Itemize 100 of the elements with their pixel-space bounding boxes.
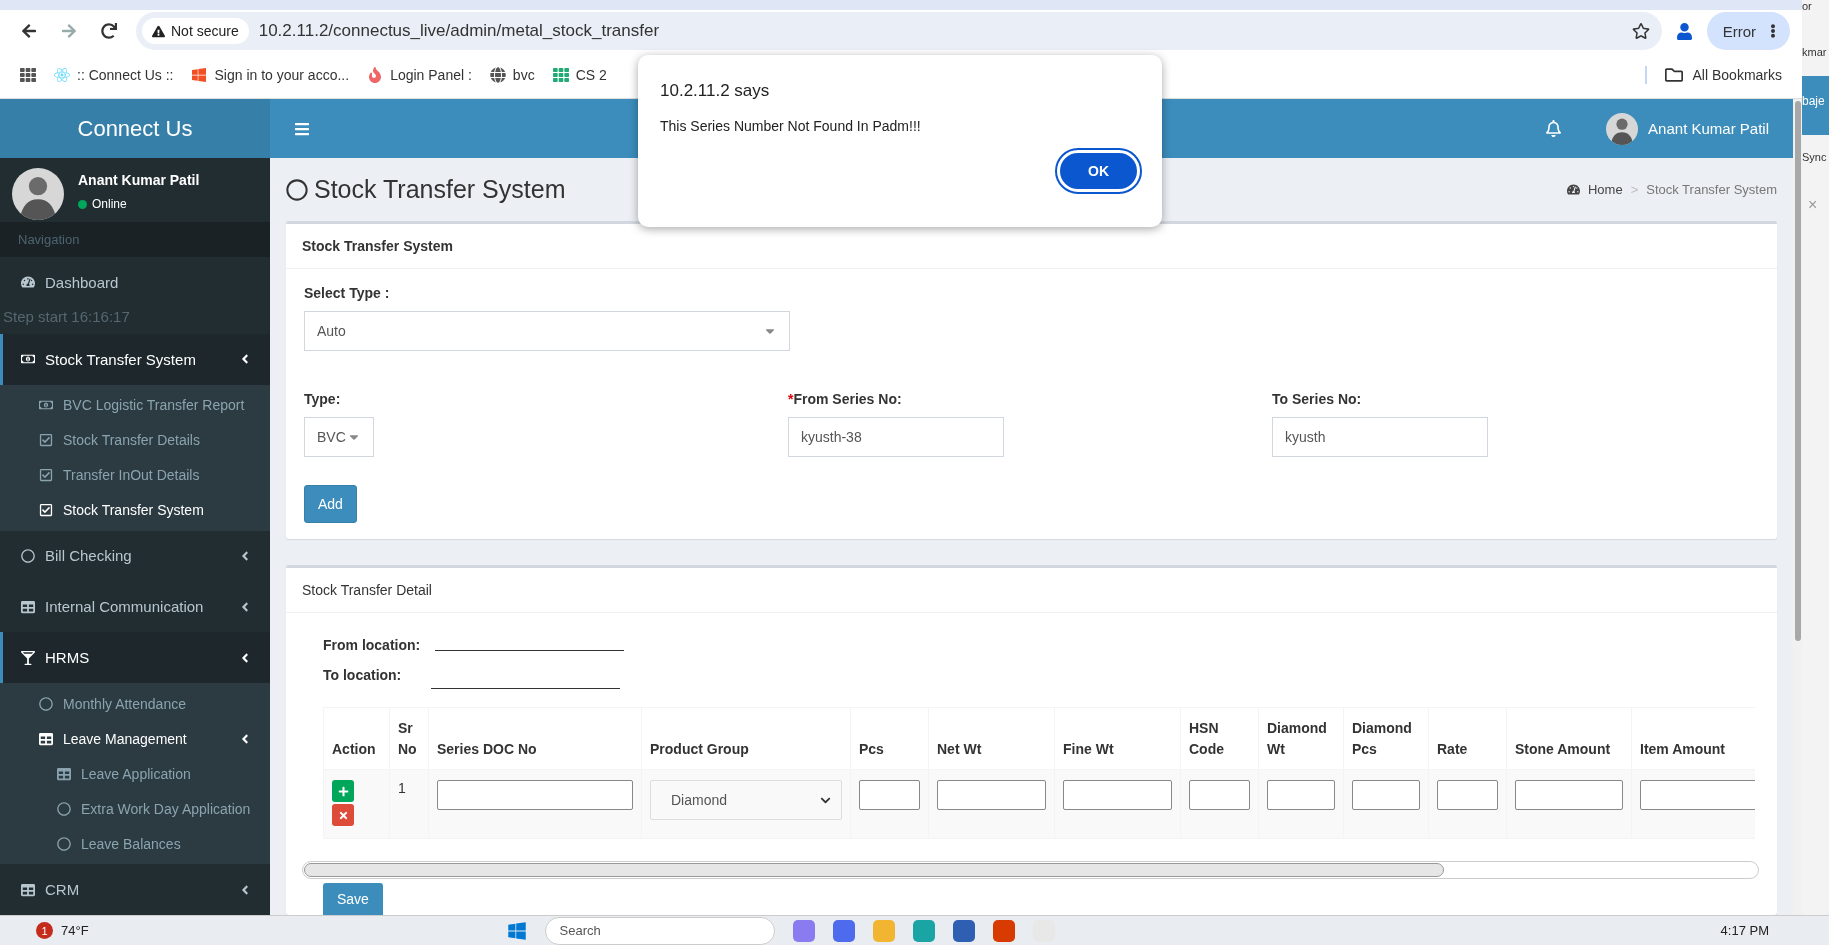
profile-icon[interactable]: [1675, 22, 1693, 40]
breadcrumb-current: Stock Transfer System: [1646, 182, 1777, 198]
add-row-button[interactable]: [332, 780, 354, 802]
avatar: [1606, 112, 1639, 145]
window-text: kmar: [1802, 45, 1828, 60]
taskbar-app-icon[interactable]: [992, 919, 1015, 942]
input-field[interactable]: [1189, 780, 1250, 810]
product-select[interactable]: Diamond: [650, 780, 842, 820]
table-cell: 1: [389, 769, 429, 839]
page-title: Stock Transfer System: [314, 175, 566, 205]
field-label: Type:: [304, 391, 342, 408]
scrollbar[interactable]: [1794, 101, 1801, 641]
sidebar-item[interactable]: Extra Work Day Application: [0, 791, 270, 827]
input-field[interactable]: [1063, 780, 1172, 810]
dialog-title: 10.2.11.2 says: [660, 81, 771, 101]
star-icon[interactable]: [1631, 22, 1650, 40]
add-button[interactable]: Add: [304, 485, 357, 524]
column-header: Action: [323, 707, 390, 770]
column-header: Product Group: [641, 707, 851, 770]
delete-row-button[interactable]: [332, 804, 354, 826]
apps-icon[interactable]: [20, 67, 36, 83]
taskbar-app-icon[interactable]: [952, 919, 975, 942]
window-text: or: [1802, 0, 1813, 14]
sidebar-item[interactable]: Internal Communication: [0, 581, 270, 633]
taskbar-app-icon[interactable]: [832, 919, 855, 942]
address-bar[interactable]: Not secure 10.2.11.2/connectus_live/admin/metal_stock_transfer: [136, 12, 1662, 50]
column-header: Sr No: [389, 707, 429, 770]
input-field[interactable]: [859, 780, 920, 810]
sidebar-item[interactable]: BVC Logistic Transfer Report: [0, 387, 270, 423]
bookmark[interactable]: bvc: [489, 67, 535, 83]
sidebar-item[interactable]: Bill Checking: [0, 530, 270, 582]
window-text: ×: [1808, 195, 1819, 215]
input-field[interactable]: [1515, 780, 1623, 810]
input-field[interactable]: [1352, 780, 1420, 810]
input-field[interactable]: [1267, 780, 1335, 810]
sidebar-item[interactable]: Stock Transfer System: [0, 492, 270, 528]
type-dropdown[interactable]: BVC: [304, 417, 374, 458]
table-icon: [21, 599, 35, 614]
sidebar-item[interactable]: Leave Application: [0, 756, 270, 792]
save-button[interactable]: Save: [323, 883, 383, 915]
field-label: To location:: [323, 667, 403, 684]
profile-button[interactable]: Error: [1706, 12, 1790, 50]
taskbar-app-icon[interactable]: [912, 919, 935, 942]
bookmark[interactable]: CS 2: [552, 67, 607, 83]
brand-logo[interactable]: Connect Us: [0, 99, 270, 158]
security-chip[interactable]: Not secure: [142, 18, 249, 44]
taskbar-app-icon[interactable]: [792, 919, 815, 942]
menu-icon[interactable]: [294, 120, 310, 137]
window-text: baje: [1802, 76, 1829, 135]
notification-icon[interactable]: [1545, 120, 1563, 137]
reload-icon[interactable]: [101, 23, 117, 39]
sidebar-item[interactable]: Stock Transfer Details: [0, 422, 270, 458]
start-icon[interactable]: [506, 920, 527, 941]
card-title: Stock Transfer Detail: [286, 568, 1777, 614]
avatar: [12, 168, 64, 220]
sidebar-item[interactable]: Transfer InOut Details: [0, 457, 270, 493]
forward-icon[interactable]: [61, 23, 77, 39]
all-bookmarks[interactable]: All Bookmarks: [1644, 66, 1782, 84]
sidebar-item[interactable]: HRMS: [0, 632, 270, 684]
bookmark[interactable]: Sign in to your acco...: [191, 67, 350, 83]
sidebar-item[interactable]: CRM: [0, 864, 270, 915]
input-field[interactable]: [937, 780, 1046, 810]
weather-widget[interactable]: 74°F: [61, 923, 89, 938]
input-field[interactable]: kyusth: [1272, 417, 1488, 458]
checkbox-icon: [39, 503, 53, 518]
type-select[interactable]: Auto: [304, 311, 790, 352]
sidebar-item[interactable]: Monthly Attendance: [0, 686, 270, 722]
sidebar-item[interactable]: Stock Transfer System: [0, 333, 270, 385]
input-field[interactable]: [1640, 780, 1755, 810]
input-field[interactable]: [437, 780, 633, 810]
status-text: Online: [78, 197, 200, 211]
table-icon: [39, 731, 53, 746]
user-menu[interactable]: Anant Kumar Patil: [1606, 112, 1769, 145]
fill-in-line[interactable]: [435, 650, 624, 652]
search-field[interactable]: Search: [544, 916, 775, 945]
gauge-icon: [21, 275, 35, 290]
ok-button[interactable]: OK: [1057, 150, 1140, 192]
breadcrumb-link[interactable]: Home: [1587, 182, 1623, 198]
clock: 4:17 PM: [1720, 923, 1769, 938]
plus-icon: [337, 785, 349, 797]
column-header: Series DOC No: [428, 707, 642, 770]
bookmark[interactable]: :: Connect Us ::: [54, 67, 174, 83]
warning-icon: [152, 24, 165, 38]
breadcrumb-separator: >: [1630, 182, 1639, 198]
dialog-message: This Series Number Not Found In Padm!!!: [660, 118, 922, 134]
sidebar-item[interactable]: Dashboard: [0, 256, 270, 308]
sidebar-item[interactable]: Leave Balances: [0, 826, 270, 862]
back-icon[interactable]: [21, 23, 37, 39]
column-header: Fine Wt: [1054, 707, 1181, 770]
input-field[interactable]: kyusth-38: [788, 417, 1004, 458]
site-icon: [367, 67, 384, 83]
site-icon: [54, 67, 70, 83]
sidebar-item[interactable]: Leave Management: [0, 721, 270, 757]
column-header: Diamond Pcs: [1343, 707, 1429, 770]
bookmark[interactable]: Login Panel :: [367, 67, 472, 83]
input-field[interactable]: [1437, 780, 1498, 810]
column-header: Stone Amount: [1506, 707, 1632, 770]
glass-icon: [21, 650, 35, 665]
fill-in-line[interactable]: [431, 688, 620, 690]
checkbox-icon: [39, 433, 53, 448]
